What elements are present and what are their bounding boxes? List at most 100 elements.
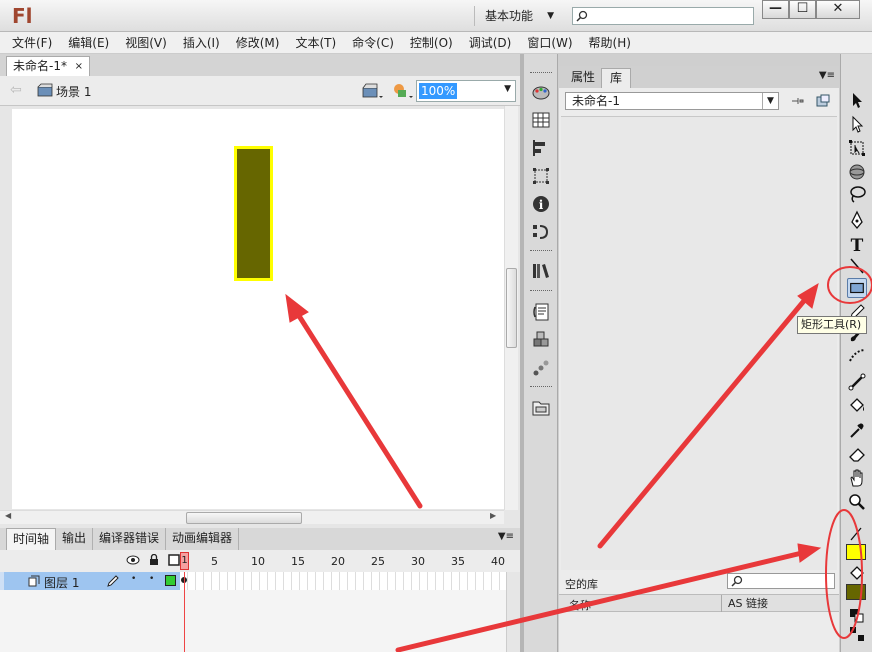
playhead[interactable]: 1 (180, 552, 189, 570)
deco-tool-icon[interactable] (847, 346, 867, 366)
components-panel-icon[interactable] (531, 330, 551, 350)
bone-tool-icon[interactable] (847, 372, 867, 392)
line-tool-icon[interactable] (847, 256, 867, 276)
edit-scene-icon[interactable] (362, 82, 384, 100)
eraser-tool-icon[interactable] (847, 444, 867, 464)
tab-properties[interactable]: 属性 (563, 68, 603, 88)
zoom-select[interactable]: 100% ▼ (416, 80, 516, 102)
history-panel-icon[interactable] (531, 222, 551, 242)
layer-row[interactable]: 图层 1 • • (0, 572, 520, 590)
fill-color-icon[interactable] (847, 564, 867, 584)
tab-library[interactable]: 库 (601, 68, 632, 88)
pen-tool-icon[interactable] (847, 210, 867, 230)
grip-handle[interactable] (530, 72, 552, 75)
outline-icon[interactable] (168, 554, 180, 566)
grip-handle[interactable] (530, 386, 552, 389)
menu-commands[interactable]: 命令(C) (344, 32, 402, 53)
workspace-switcher[interactable]: 基本功能 ▼ (474, 6, 564, 26)
hand-tool-icon[interactable] (847, 468, 867, 488)
scroll-right-icon[interactable]: ▶ (490, 511, 496, 520)
menu-text[interactable]: 文本(T) (287, 32, 344, 53)
menu-edit[interactable]: 编辑(E) (60, 32, 117, 53)
document-tab[interactable]: 未命名-1* × (6, 56, 90, 76)
project-panel-icon[interactable] (531, 398, 551, 418)
menu-window[interactable]: 窗口(W) (519, 32, 580, 53)
lasso-tool-icon[interactable] (847, 184, 867, 204)
swatches-panel-icon[interactable] (531, 110, 551, 130)
stage-vertical-scrollbar[interactable] (504, 106, 518, 510)
minimize-button[interactable]: — (762, 0, 789, 19)
selection-tool-icon[interactable] (847, 90, 867, 110)
panel-menu-icon[interactable]: ▼≡ (498, 531, 514, 542)
actions-panel-icon[interactable] (531, 302, 551, 322)
maximize-button[interactable]: ☐ (789, 0, 816, 19)
stroke-color-icon[interactable] (847, 524, 867, 544)
stage-horizontal-scrollbar[interactable]: ◀ ▶ (0, 510, 504, 524)
paint-bucket-tool-icon[interactable] (847, 396, 867, 416)
stroke-color-swatch[interactable] (846, 544, 866, 560)
library-document-select[interactable]: 未命名-1 ▼ (565, 92, 779, 110)
column-as-link[interactable]: AS 链接 (721, 595, 768, 612)
default-colors-icon[interactable] (847, 606, 867, 626)
svg-text:i: i (539, 198, 544, 212)
eyedropper-tool-icon[interactable] (847, 420, 867, 440)
eye-icon[interactable] (126, 554, 140, 566)
tab-output[interactable]: 输出 (56, 528, 94, 550)
library-column-header: 名称 AS 链接 (559, 594, 839, 612)
edit-symbol-icon[interactable] (392, 82, 414, 100)
align-panel-icon[interactable] (531, 138, 551, 158)
subselection-tool-icon[interactable] (847, 114, 867, 134)
menu-control[interactable]: 控制(O) (402, 32, 461, 53)
frame-number: 40 (491, 555, 505, 568)
frame-ruler[interactable]: 5 10 15 20 25 30 35 40 (180, 550, 506, 572)
stage-canvas[interactable] (12, 109, 504, 509)
menu-insert[interactable]: 插入(I) (175, 32, 228, 53)
free-transform-tool-icon[interactable] (847, 138, 867, 158)
library-status: 空的库 (565, 578, 598, 591)
grip-handle[interactable] (530, 250, 552, 253)
zoom-tool-icon[interactable] (847, 492, 867, 512)
column-name[interactable]: 名称 (569, 597, 591, 613)
scroll-thumb[interactable] (186, 512, 302, 524)
library-panel-icon[interactable] (531, 261, 551, 281)
menu-help[interactable]: 帮助(H) (581, 32, 639, 53)
grip-handle[interactable] (530, 290, 552, 293)
text-tool-icon[interactable]: T (847, 234, 867, 254)
new-library-panel-icon[interactable] (815, 93, 831, 109)
menu-file[interactable]: 文件(F) (4, 32, 60, 53)
swap-colors-icon[interactable] (847, 624, 867, 644)
panel-menu-icon[interactable]: ▼≡ (819, 70, 835, 81)
layer-frames[interactable] (180, 572, 506, 590)
visibility-dot[interactable]: • (131, 574, 136, 584)
menu-debug[interactable]: 调试(D) (461, 32, 520, 53)
close-tab-icon[interactable]: × (75, 57, 83, 76)
rectangle-shape[interactable] (234, 146, 273, 281)
3d-rotation-tool-icon[interactable] (847, 162, 867, 182)
layer-outline-color[interactable] (165, 575, 176, 586)
chevron-down-icon: ▼ (547, 11, 554, 21)
lock-icon[interactable] (148, 554, 160, 566)
lock-dot[interactable]: • (149, 574, 154, 584)
close-button[interactable]: ✕ (816, 0, 860, 19)
transform-panel-icon[interactable] (531, 166, 551, 186)
tab-timeline[interactable]: 时间轴 (6, 528, 57, 550)
help-search-input[interactable] (572, 7, 754, 25)
back-arrow-icon[interactable]: ⇦ (10, 82, 22, 98)
tab-motion-editor[interactable]: 动画编辑器 (166, 528, 240, 550)
menu-view[interactable]: 视图(V) (117, 32, 175, 53)
tab-compiler-errors[interactable]: 编译器错误 (93, 528, 167, 550)
fill-color-swatch[interactable] (846, 584, 866, 600)
timeline-tabs: 时间轴 输出 编译器错误 动画编辑器 ▼≡ (0, 528, 520, 550)
scroll-thumb[interactable] (506, 268, 517, 348)
scroll-left-icon[interactable]: ◀ (5, 511, 11, 520)
timeline-scrollbar[interactable] (506, 572, 520, 652)
menu-modify[interactable]: 修改(M) (228, 32, 288, 53)
library-search-input[interactable] (727, 573, 835, 589)
pin-library-icon[interactable] (789, 93, 805, 109)
motion-presets-icon[interactable] (531, 358, 551, 378)
info-icon[interactable]: i (531, 194, 551, 214)
rectangle-tool-icon[interactable] (847, 278, 867, 298)
color-panel-icon[interactable] (531, 82, 551, 102)
panel-icon-strip: i (524, 54, 558, 652)
layer-name[interactable]: 图层 1 (44, 574, 79, 591)
